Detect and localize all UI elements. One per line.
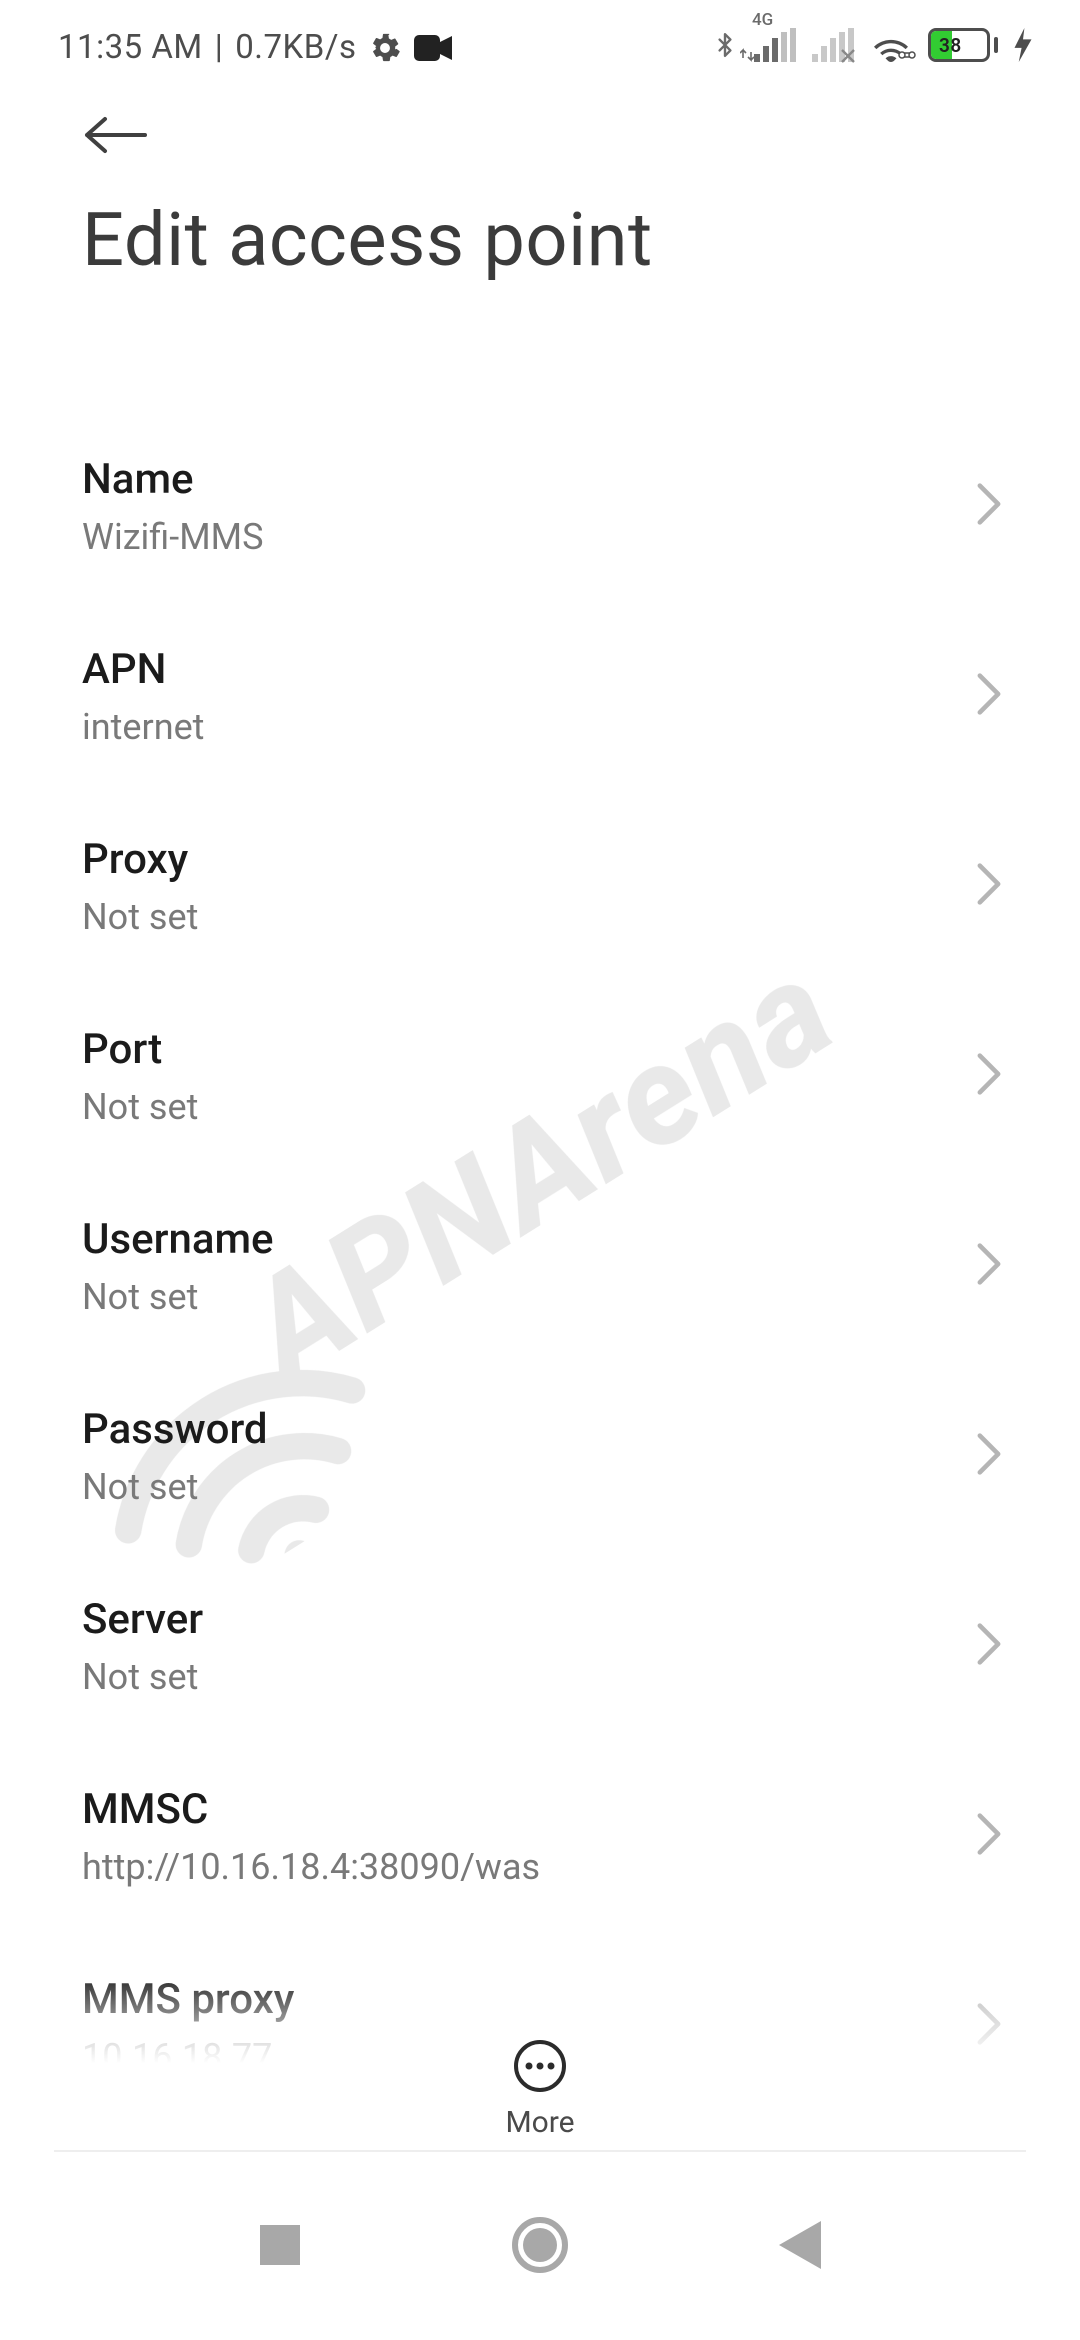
chevron-right-icon [976,1242,1002,1290]
chevron-right-icon [976,1052,1002,1100]
bottom-divider [54,2150,1026,2152]
chevron-right-icon [976,1432,1002,1480]
signal-4g-icon: 4G [754,28,796,62]
back-button[interactable] [80,99,152,171]
settings-list: Name Wizifi-MMS APN internet Proxy Not s… [0,411,1080,2121]
square-icon [260,2225,300,2265]
row-username[interactable]: Username Not set [0,1171,1080,1361]
more-label: More [505,2105,574,2140]
system-nav-bar [0,2160,1080,2340]
row-value: Not set [82,897,998,938]
more-bar: More [0,1970,1080,2140]
row-label: Proxy [82,834,998,887]
arrow-left-icon [83,115,149,155]
row-value: Not set [82,1467,998,1508]
nav-back-button[interactable] [740,2185,860,2305]
status-time: 11:35 AM [58,28,203,67]
status-net-speed: 0.7KB/s [235,28,356,67]
chevron-right-icon [976,482,1002,530]
more-circle-icon [513,2039,567,2093]
nav-home-button[interactable] [480,2185,600,2305]
signal-sim2-icon [812,28,854,62]
row-label: MMSC [82,1784,998,1837]
row-label: APN [82,644,998,697]
row-server[interactable]: Server Not set [0,1551,1080,1741]
back-bar [0,70,1080,200]
chevron-right-icon [976,1812,1002,1860]
bolt-icon [1014,28,1032,62]
row-value: Not set [82,1277,998,1318]
battery-icon: 38 [928,28,998,62]
status-separator: | [215,28,224,67]
row-value: Not set [82,1087,998,1128]
video-camera-icon [414,35,452,61]
chevron-right-icon [976,862,1002,910]
row-label: Name [82,454,998,507]
circle-icon [512,2217,568,2273]
row-label: Server [82,1594,998,1647]
chevron-right-icon [976,672,1002,720]
row-apn[interactable]: APN internet [0,601,1080,791]
row-value: http://10.16.18.4:38090/was [82,1847,998,1888]
bluetooth-icon [712,26,738,64]
nav-recents-button[interactable] [220,2185,340,2305]
row-label: Username [82,1214,998,1267]
gear-icon [368,31,402,65]
row-label: Password [82,1404,998,1457]
more-button[interactable]: More [505,2039,574,2140]
row-port[interactable]: Port Not set [0,981,1080,1171]
row-value: Wizifi-MMS [82,517,998,558]
triangle-left-icon [779,2221,821,2269]
wifi-icon [870,28,912,62]
row-proxy[interactable]: Proxy Not set [0,791,1080,981]
row-label: Port [82,1024,998,1077]
row-name[interactable]: Name Wizifi-MMS [0,411,1080,601]
row-value: internet [82,707,998,748]
status-bar: 11:35 AM | 0.7KB/s 4G 38 [0,0,1080,70]
row-password[interactable]: Password Not set [0,1361,1080,1551]
row-value: Not set [82,1657,998,1698]
page-title: Edit access point [0,200,1080,281]
row-mmsc[interactable]: MMSC http://10.16.18.4:38090/was [0,1741,1080,1931]
chevron-right-icon [976,1622,1002,1670]
